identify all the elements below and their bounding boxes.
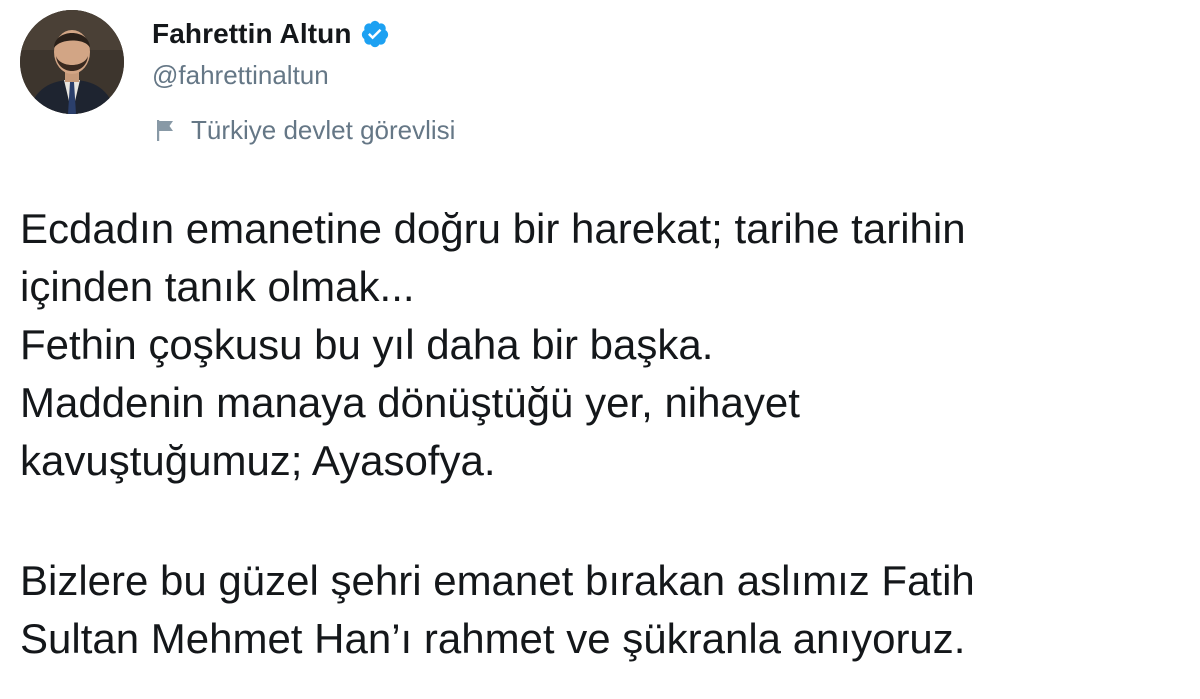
flag-icon <box>155 118 177 142</box>
account-label: Türkiye devlet görevlisi <box>191 114 456 145</box>
tweet-text: Ecdadın emanetine doğru bir harekat; tar… <box>20 200 1180 668</box>
tweet-line: Sultan Mehmet Han’ı rahmet ve şükranla a… <box>20 615 966 662</box>
account-label-row: Türkiye devlet görevlisi <box>155 112 455 148</box>
tweet-line: Ecdadın emanetine doğru bir harekat; tar… <box>20 205 966 252</box>
avatar[interactable] <box>20 10 124 114</box>
tweet-line: içinden tanık olmak... <box>20 263 415 310</box>
tweet-line: Fethin çoşkusu bu yıl daha bir başka. <box>20 321 714 368</box>
verified-badge-icon <box>360 19 390 49</box>
user-handle[interactable]: @fahrettinaltun <box>152 60 329 91</box>
tweet-line: Bizlere bu güzel şehri emanet bırakan as… <box>20 557 975 604</box>
display-name[interactable]: Fahrettin Altun <box>152 18 352 50</box>
tweet-line: Maddenin manaya dönüştüğü yer, nihayet <box>20 379 800 426</box>
avatar-photo <box>20 10 124 114</box>
tweet-line: kavuştuğumuz; Ayasofya. <box>20 437 496 484</box>
display-name-row: Fahrettin Altun <box>152 14 390 54</box>
tweet-card: Fahrettin Altun @fahrettinaltun Türkiye … <box>0 0 1200 699</box>
